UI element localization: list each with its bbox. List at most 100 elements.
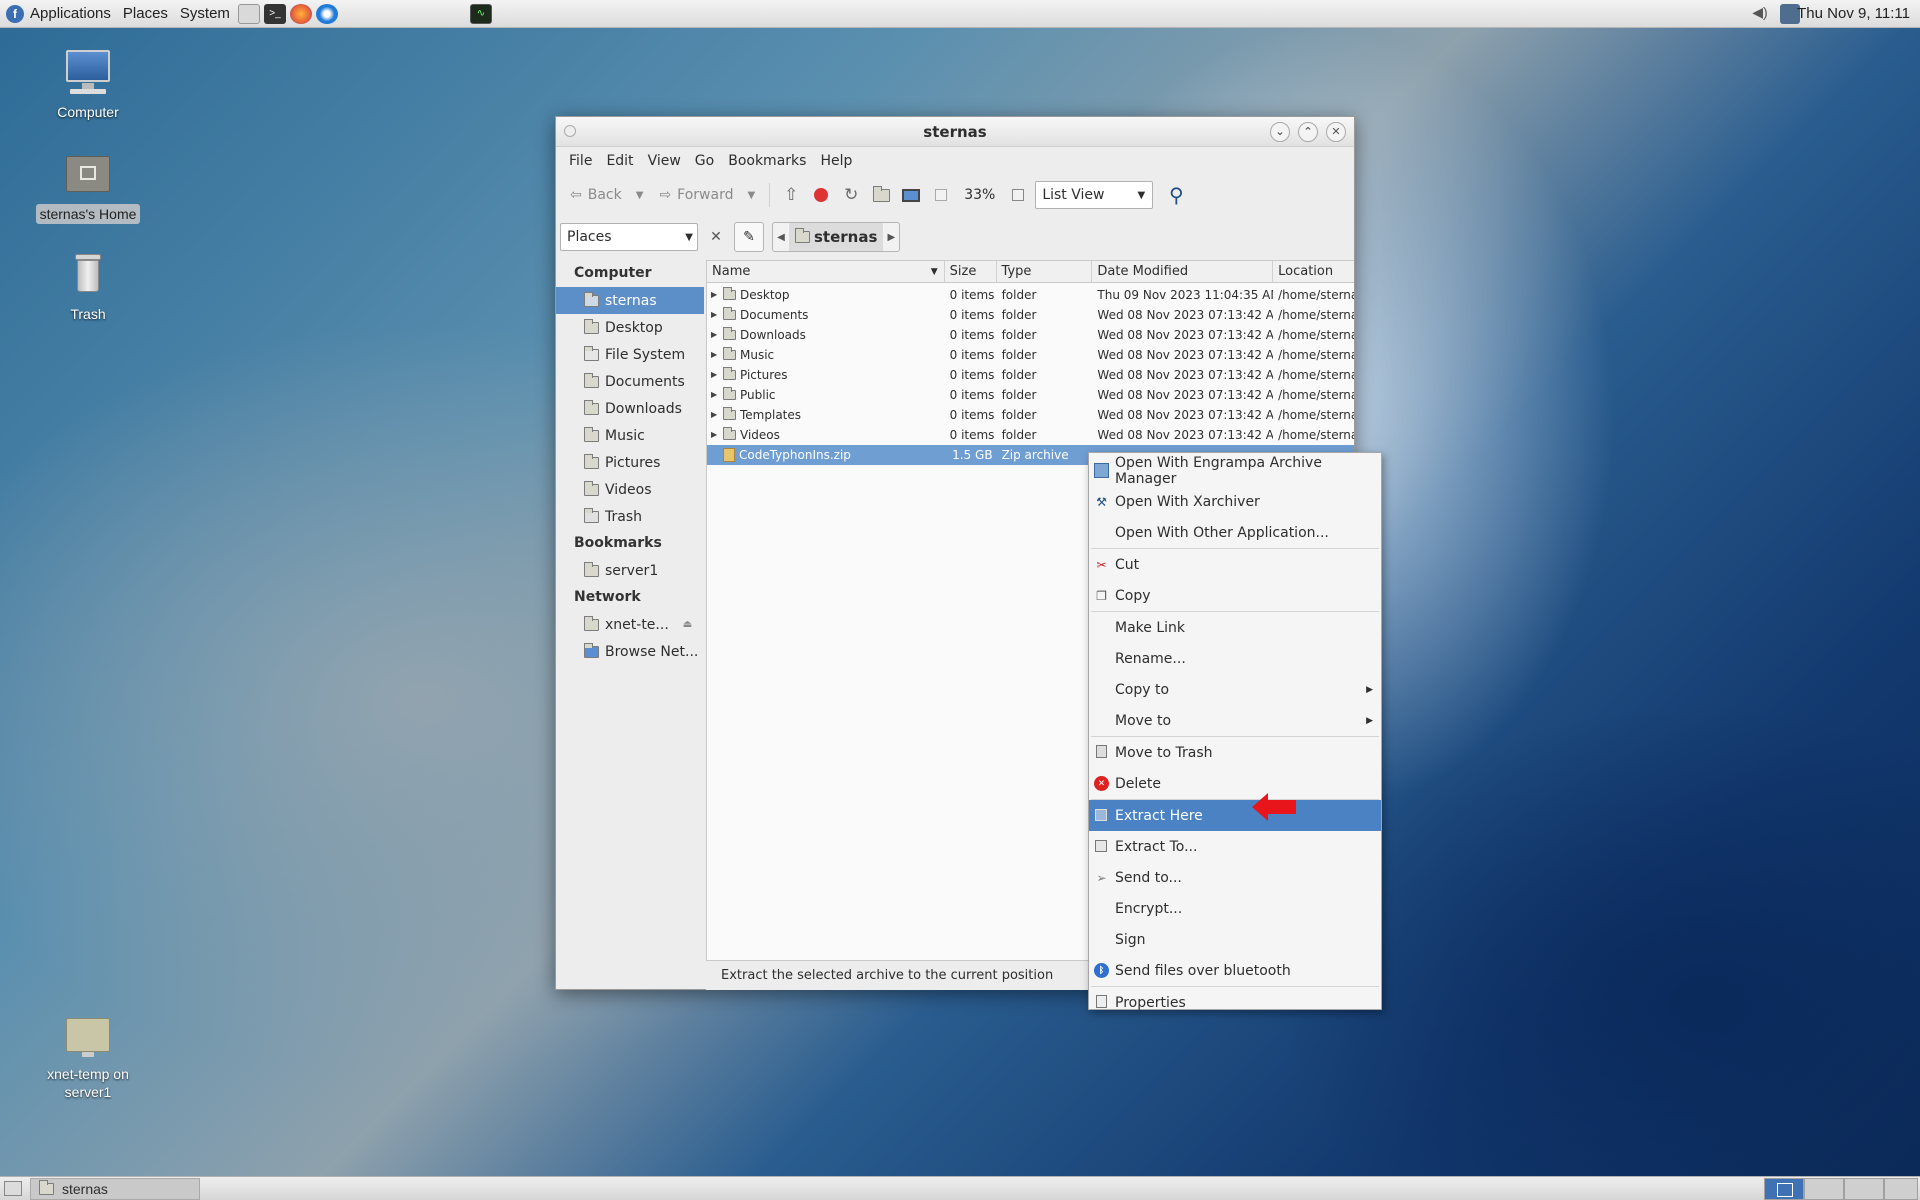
menu-view[interactable]: View <box>641 153 688 169</box>
forward-button[interactable]: ⇨ Forward ▼ <box>653 180 761 210</box>
workspace-3[interactable] <box>1844 1178 1884 1200</box>
zoom-out-icon[interactable] <box>928 182 954 208</box>
path-right-arrow-icon[interactable]: ▶ <box>883 232 899 243</box>
menu-item-copy[interactable]: ❐ Copy <box>1089 580 1381 611</box>
home-icon[interactable] <box>868 182 894 208</box>
places-menu[interactable]: Places <box>117 0 174 28</box>
sidebar-item-pictures[interactable]: Pictures <box>556 449 704 476</box>
column-header-name[interactable]: Name ▼ <box>707 261 945 282</box>
desktop-icon-home[interactable]: sternas's Home <box>28 150 148 224</box>
menu-item-send-bluetooth[interactable]: ᛒ Send files over bluetooth <box>1089 955 1381 986</box>
sidebar-item-browse-network[interactable]: Browse Net... <box>556 638 704 665</box>
desktop-icon-computer[interactable]: Computer <box>28 48 148 122</box>
menu-item-sign[interactable]: Sign <box>1089 924 1381 955</box>
expander-icon[interactable]: ▶ <box>711 325 719 345</box>
sidebar-item-videos[interactable]: Videos <box>556 476 704 503</box>
path-left-arrow-icon[interactable]: ◀ <box>773 232 789 243</box>
text-editor-launcher-icon[interactable] <box>237 3 260 24</box>
menu-item-properties[interactable]: Properties <box>1089 987 1381 1018</box>
forward-history-dropdown-icon[interactable]: ▼ <box>747 190 755 201</box>
search-icon[interactable]: ⚲ <box>1163 182 1189 208</box>
expander-icon[interactable]: ▶ <box>711 285 719 305</box>
desktop-icon-xnet-temp[interactable]: xnet-temp on server1 <box>28 1010 148 1102</box>
show-desktop-icon[interactable] <box>4 1181 22 1196</box>
table-row[interactable]: ▶ Videos 0 items folder Wed 08 Nov 2023 0… <box>707 425 1354 445</box>
system-menu[interactable]: System <box>174 0 236 28</box>
zoom-in-icon[interactable] <box>1005 182 1031 208</box>
expander-icon[interactable]: ▶ <box>711 425 719 445</box>
table-row[interactable]: ▶ Templates 0 items folder Wed 08 Nov 202… <box>707 405 1354 425</box>
view-mode-select[interactable]: List View ▼ <box>1035 181 1154 209</box>
menu-file[interactable]: File <box>562 153 599 169</box>
breadcrumb[interactable]: sternas <box>789 223 884 251</box>
table-row[interactable]: ▶ Public 0 items folder Wed 08 Nov 2023 0… <box>707 385 1354 405</box>
taskbar-window-button[interactable]: sternas <box>30 1178 200 1200</box>
menu-item-make-link[interactable]: Make Link <box>1089 612 1381 643</box>
menu-item-encrypt[interactable]: Encrypt... <box>1089 893 1381 924</box>
sidebar-item-file-system[interactable]: File System <box>556 341 704 368</box>
sidebar-item-music[interactable]: Music <box>556 422 704 449</box>
window-titlebar[interactable]: sternas ⌄ ⌃ ✕ <box>556 117 1354 147</box>
menu-item-extract-to[interactable]: Extract To... <box>1089 831 1381 862</box>
thunderbird-icon[interactable] <box>315 3 338 24</box>
sidebar-item-sternas[interactable]: sternas <box>556 287 704 314</box>
menu-bookmarks[interactable]: Bookmarks <box>721 153 813 169</box>
menu-item-move-to-trash[interactable]: Move to Trash <box>1089 737 1381 768</box>
back-button[interactable]: ⇦ Back ▼ <box>564 180 649 210</box>
table-row[interactable]: ▶ Downloads 0 items folder Wed 08 Nov 202… <box>707 325 1354 345</box>
menu-item-open-with-engrampa[interactable]: Open With Engrampa Archive Manager <box>1089 455 1381 487</box>
window-menu-icon[interactable] <box>564 125 576 137</box>
sidebar-item-xnet-temp[interactable]: xnet-te... ⏏ <box>556 611 704 638</box>
volume-icon[interactable]: ◀) <box>1750 4 1770 24</box>
stop-icon[interactable] <box>808 182 834 208</box>
workspace-4[interactable] <box>1884 1178 1918 1200</box>
workspace-1[interactable] <box>1764 1178 1804 1200</box>
computer-icon[interactable] <box>898 182 924 208</box>
close-sidebar-icon[interactable]: ✕ <box>706 229 726 245</box>
close-button[interactable]: ✕ <box>1326 122 1346 142</box>
menu-item-delete[interactable]: ✕ Delete <box>1089 768 1381 799</box>
sidebar-item-downloads[interactable]: Downloads <box>556 395 704 422</box>
table-row[interactable]: ▶ Pictures 0 items folder Wed 08 Nov 2023… <box>707 365 1354 385</box>
reload-icon[interactable]: ↻ <box>838 182 864 208</box>
menu-item-open-with-other[interactable]: Open With Other Application... <box>1089 517 1381 548</box>
menu-go[interactable]: Go <box>688 153 721 169</box>
workspace-2[interactable] <box>1804 1178 1844 1200</box>
panel-clock[interactable]: Thu Nov 9, 11:11 <box>1797 5 1910 22</box>
table-row[interactable]: ▶ Documents 0 items folder Wed 08 Nov 202… <box>707 305 1354 325</box>
expander-icon[interactable]: ▶ <box>711 305 719 325</box>
menu-item-copy-to[interactable]: Copy to ▶ <box>1089 674 1381 705</box>
expander-icon[interactable]: ▶ <box>711 385 719 405</box>
expander-icon[interactable]: ▶ <box>711 405 719 425</box>
column-header-size[interactable]: Size <box>945 261 997 282</box>
column-header-date-modified[interactable]: Date Modified <box>1092 261 1274 282</box>
menu-item-cut[interactable]: ✂ Cut <box>1089 549 1381 580</box>
menu-item-extract-here[interactable]: Extract Here <box>1089 800 1381 831</box>
menu-help[interactable]: Help <box>813 153 859 169</box>
table-row[interactable]: ▶ Desktop 0 items folder Thu 09 Nov 2023 … <box>707 285 1354 305</box>
back-history-dropdown-icon[interactable]: ▼ <box>636 190 644 201</box>
expander-icon[interactable]: ▶ <box>711 345 719 365</box>
menu-item-move-to[interactable]: Move to ▶ <box>1089 705 1381 736</box>
column-header-location[interactable]: Location <box>1273 261 1354 282</box>
applications-menu[interactable]: f Applications <box>0 0 117 28</box>
system-monitor-icon[interactable]: ∿ <box>469 3 492 24</box>
table-row[interactable]: ▶ Music 0 items folder Wed 08 Nov 2023 07… <box>707 345 1354 365</box>
toggle-location-entry-button[interactable]: ✎ <box>734 222 764 252</box>
expander-icon[interactable]: ▶ <box>711 365 719 385</box>
sidebar-item-documents[interactable]: Documents <box>556 368 704 395</box>
menu-item-open-with-xarchiver[interactable]: ⚒ Open With Xarchiver <box>1089 486 1381 517</box>
minimize-button[interactable]: ⌄ <box>1270 122 1290 142</box>
eject-icon[interactable]: ⏏ <box>683 619 692 630</box>
menu-item-send-to[interactable]: ➢ Send to... <box>1089 862 1381 893</box>
firefox-icon[interactable] <box>289 3 312 24</box>
desktop-icon-trash[interactable]: Trash <box>28 250 148 324</box>
maximize-button[interactable]: ⌃ <box>1298 122 1318 142</box>
sidebar-item-trash[interactable]: Trash <box>556 503 704 530</box>
column-header-type[interactable]: Type <box>997 261 1093 282</box>
menu-item-rename[interactable]: Rename... <box>1089 643 1381 674</box>
up-arrow-icon[interactable]: ⇧ <box>778 182 804 208</box>
sidebar-item-server1[interactable]: server1 <box>556 557 704 584</box>
terminal-icon[interactable]: >_ <box>263 3 286 24</box>
sidebar-item-desktop[interactable]: Desktop <box>556 314 704 341</box>
